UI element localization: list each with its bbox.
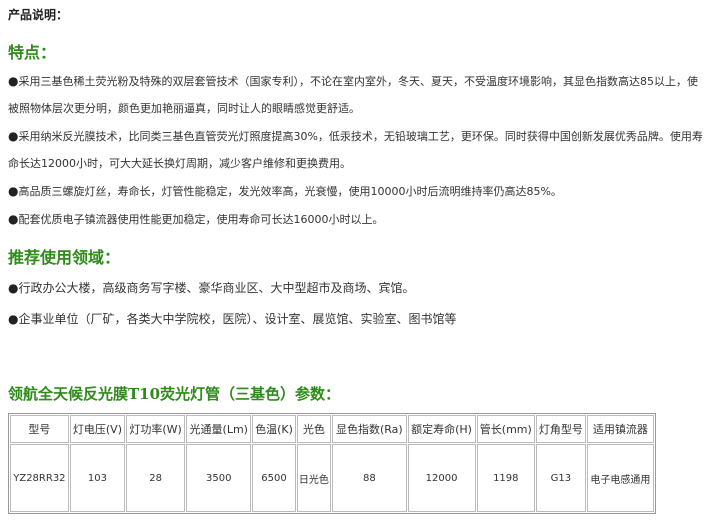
feature-item: ●配套优质电子镇流器使用性能更加稳定，使用寿命可长达16000小时以上。 — [8, 212, 384, 226]
table-header-cell: 灯角型号 — [536, 415, 586, 443]
table-header-cell: 灯功率(W) — [126, 415, 186, 443]
bullet-icon: ● — [8, 74, 19, 88]
table-row: YZ28RR32 103 28 3500 6500 日光色 88 12000 1… — [10, 444, 654, 512]
table-header-cell: 管长(mm) — [476, 415, 536, 443]
bullet-icon: ● — [8, 129, 19, 143]
table-cell: 1198 — [476, 444, 536, 512]
table-header-cell: 灯电压(V) — [69, 415, 126, 443]
usage-item: ●企事业单位（厂矿，各类大中学院校，医院）、设计室、展览馆、实验室、图书馆等 — [8, 312, 457, 326]
table-cell: 电子电感通用 — [586, 444, 654, 512]
table-cell: 3500 — [186, 444, 252, 512]
table-header-cell: 光色 — [296, 415, 332, 443]
usage-item: ●行政办公大楼，高级商务写字楼、豪华商业区、大中型超市及商场、宾馆。 — [8, 281, 415, 295]
table-header-row: 型号 灯电压(V) 灯功率(W) 光通量(Lm) 色温(K) 光色 显色指数(R… — [10, 415, 654, 443]
spec-heading: 领航全天候反光膜T10荧光灯管（三基色）参数： — [8, 385, 341, 403]
table-header-cell: 适用镇流器 — [586, 415, 654, 443]
usage-heading: 推荐使用领域： — [8, 248, 121, 267]
table-header-cell: 光通量(Lm) — [186, 415, 252, 443]
table-cell: 12000 — [407, 444, 476, 512]
table-header-cell: 色温(K) — [252, 415, 296, 443]
table-cell: 103 — [69, 444, 126, 512]
page-title: 产品说明： — [8, 8, 69, 22]
feature-item: ●采用纳米反光膜技术，比同类三基色直管荧光灯照度提高30%，低汞技术，无铅玻璃工… — [8, 129, 703, 170]
table-header-cell: 额定寿命(H) — [407, 415, 476, 443]
table-header-cell: 显色指数(Ra) — [332, 415, 407, 443]
bullet-icon: ● — [8, 312, 19, 326]
bullet-icon: ● — [8, 281, 19, 295]
feature-item: ●高品质三螺旋灯丝，寿命长，灯管性能稳定，发光效率高，光衰慢，使用10000小时… — [8, 184, 562, 198]
table-cell: 88 — [332, 444, 407, 512]
table-cell: YZ28RR32 — [10, 444, 69, 512]
table-cell: G13 — [536, 444, 586, 512]
spec-table: 型号 灯电压(V) 灯功率(W) 光通量(Lm) 色温(K) 光色 显色指数(R… — [8, 413, 656, 514]
bullet-icon: ● — [8, 184, 19, 198]
table-cell: 日光色 — [296, 444, 332, 512]
table-header-cell: 型号 — [10, 415, 69, 443]
feature-item: ●采用三基色稀土荧光粉及特殊的双层套管技术（国家专利），不论在室内室外，冬天、夏… — [8, 74, 698, 115]
bullet-icon: ● — [8, 212, 19, 226]
features-heading: 特点： — [8, 43, 57, 62]
table-cell: 28 — [126, 444, 186, 512]
table-cell: 6500 — [252, 444, 296, 512]
